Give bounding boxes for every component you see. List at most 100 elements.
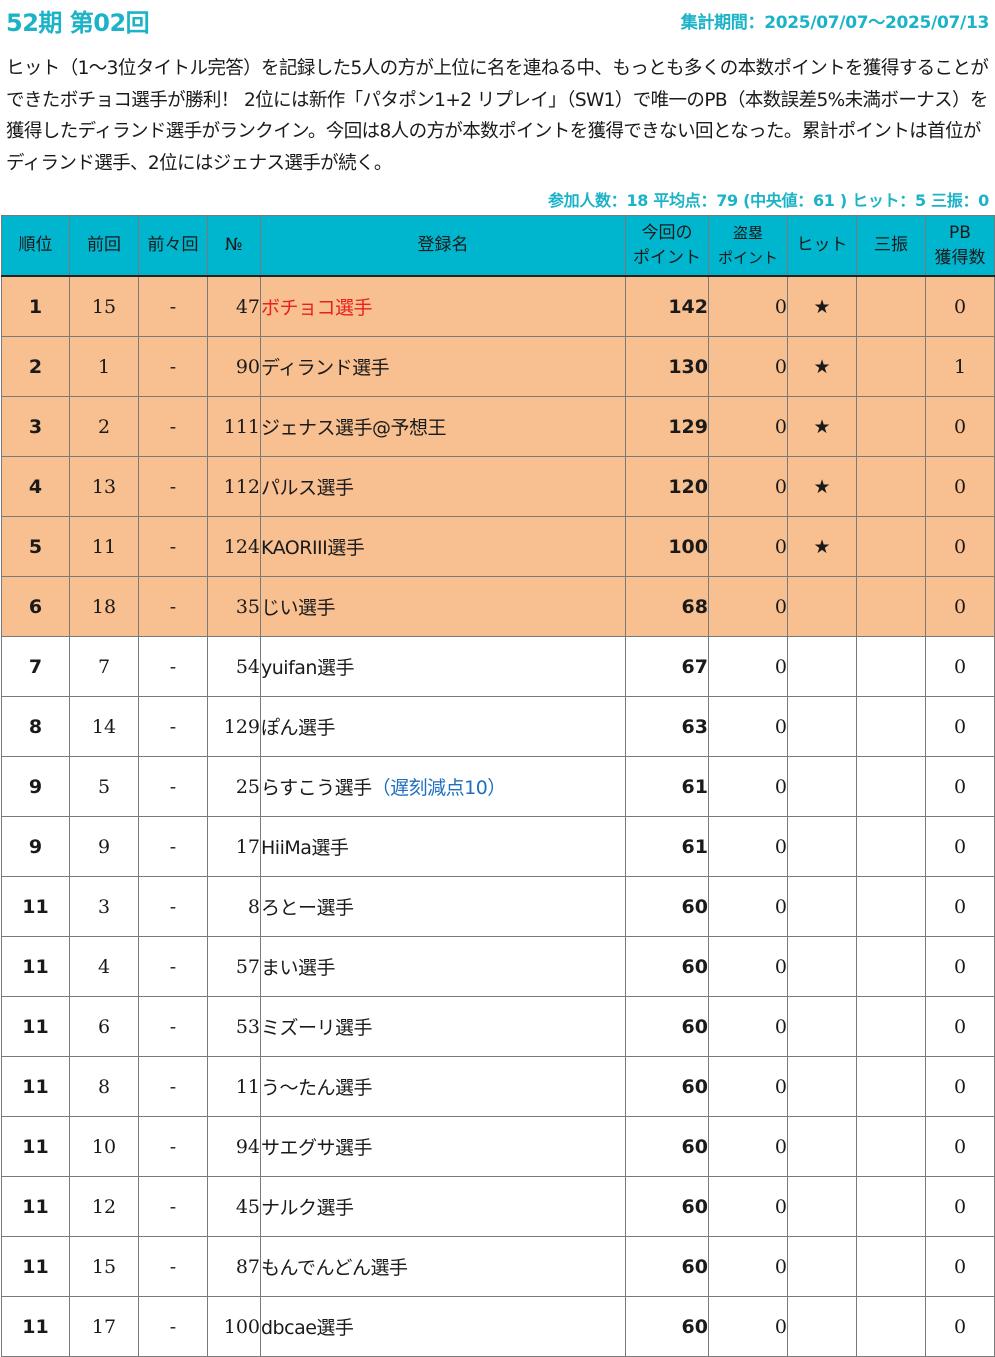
- table-row: 11 8-11 う〜たん選手 60 0 0: [1, 1056, 995, 1117]
- steal-points-cell: 0: [708, 936, 788, 997]
- player-name: ボチョコ選手: [261, 297, 373, 319]
- rank-cell: 8: [1, 696, 70, 757]
- steal-points-cell: 0: [708, 996, 788, 1057]
- player-name: パルス選手: [261, 477, 355, 499]
- prev-rank-cell: 13: [69, 456, 139, 517]
- prev2-rank-cell: -: [138, 696, 208, 757]
- hit-cell: [787, 756, 857, 817]
- steal-points-cell: 0: [708, 516, 788, 577]
- page-header: 52期 第02回 集計期間：2025/07/07〜2025/07/13: [0, 0, 995, 38]
- table-row: 11 17-100 dbcae選手 60 0 0: [1, 1296, 995, 1357]
- points-cell: 61: [625, 816, 709, 877]
- strikeout-cell: [856, 816, 926, 877]
- strikeout-cell: [856, 456, 926, 517]
- pb-count-cell: 0: [925, 456, 995, 517]
- column-header-points: 今回の ポイント: [625, 215, 709, 277]
- hit-cell: [787, 876, 857, 937]
- entry-number-cell: 35: [207, 576, 261, 637]
- column-header-pb-line1: PB: [949, 222, 971, 243]
- table-row: 11 4-57 まい選手 60 0 0: [1, 936, 995, 997]
- prev2-rank-cell: -: [138, 275, 208, 337]
- player-name-cell: yuifan選手: [260, 636, 626, 697]
- points-cell: 60: [625, 1236, 709, 1297]
- strikeout-cell: [856, 1176, 926, 1237]
- star-icon: ★: [813, 475, 831, 498]
- pb-count-cell: 0: [925, 876, 995, 937]
- pb-count-cell: 0: [925, 576, 995, 637]
- player-name-cell: まい選手: [260, 936, 626, 997]
- steal-points-cell: 0: [708, 275, 788, 337]
- table-row: 8 14-129 ぽん選手 63 0 0: [1, 696, 995, 757]
- pb-count-cell: 0: [925, 1236, 995, 1297]
- prev2-rank-cell: -: [138, 396, 208, 457]
- table-row: 5 11-124 KAORIII選手 100 0 ★ 0: [1, 516, 995, 577]
- points-cell: 67: [625, 636, 709, 697]
- aggregation-period: 集計期間：2025/07/07〜2025/07/13: [680, 13, 990, 33]
- prev-rank-cell: 15: [69, 275, 139, 337]
- points-cell: 60: [625, 1296, 709, 1357]
- points-cell: 120: [625, 456, 709, 517]
- hit-cell: [787, 936, 857, 997]
- rank-cell: 7: [1, 636, 70, 697]
- player-name: ぽん選手: [261, 717, 336, 739]
- pb-count-cell: 0: [925, 1116, 995, 1177]
- points-cell: 60: [625, 1176, 709, 1237]
- player-name-cell: じい選手: [260, 576, 626, 637]
- steal-points-cell: 0: [708, 1296, 788, 1357]
- points-cell: 60: [625, 1116, 709, 1177]
- pb-count-cell: 0: [925, 1296, 995, 1357]
- player-name-cell: ディランド選手: [260, 336, 626, 397]
- hit-cell: [787, 1176, 857, 1237]
- prev-rank-cell: 15: [69, 1236, 139, 1297]
- table-row: 11 3-8 ろとー選手 60 0 0: [1, 876, 995, 937]
- table-row: 6 18-35 じい選手 68 0 0: [1, 576, 995, 637]
- prev2-rank-cell: -: [138, 756, 208, 817]
- column-header-steal-line2: ポイント: [717, 248, 778, 267]
- column-header-rank: 順位: [1, 215, 70, 277]
- points-cell: 60: [625, 1056, 709, 1117]
- column-header-points-line1: 今回の: [641, 222, 693, 243]
- hit-cell: [787, 996, 857, 1057]
- player-name: まい選手: [261, 957, 336, 979]
- table-row: 4 13-112 パルス選手 120 0 ★ 0: [1, 456, 995, 517]
- player-name-cell: ぽん選手: [260, 696, 626, 757]
- column-header-no: №: [207, 215, 261, 277]
- player-name-cell: サエグサ選手: [260, 1116, 626, 1177]
- strikeout-cell: [856, 516, 926, 577]
- prev-rank-cell: 1: [69, 336, 139, 397]
- prev2-rank-cell: -: [138, 816, 208, 877]
- pb-count-cell: 0: [925, 396, 995, 457]
- points-cell: 129: [625, 396, 709, 457]
- table-row: 11 15-87 もんでんどん選手 60 0 0: [1, 1236, 995, 1297]
- hit-cell: [787, 1236, 857, 1297]
- column-header-prev: 前回: [69, 215, 139, 277]
- prev-rank-cell: 14: [69, 696, 139, 757]
- player-name-cell: ナルク選手: [260, 1176, 626, 1237]
- entry-number-cell: 87: [207, 1236, 261, 1297]
- column-header-strikeout: 三振: [856, 215, 926, 277]
- rank-cell: 9: [1, 756, 70, 817]
- pb-count-cell: 0: [925, 756, 995, 817]
- player-name: サエグサ選手: [261, 1137, 373, 1159]
- hit-cell: [787, 816, 857, 877]
- player-name: HiiMa選手: [261, 837, 349, 859]
- steal-points-cell: 0: [708, 696, 788, 757]
- points-cell: 68: [625, 576, 709, 637]
- table-header-row: 順位 前回 前々回 № 登録名 今回の ポイント 盗塁 ポイント ヒット 三振 …: [1, 215, 995, 277]
- prev-rank-cell: 10: [69, 1116, 139, 1177]
- hit-cell: ★: [787, 336, 857, 397]
- hit-cell: [787, 636, 857, 697]
- star-icon: ★: [813, 355, 831, 378]
- prev-rank-cell: 5: [69, 756, 139, 817]
- points-cell: 63: [625, 696, 709, 757]
- steal-points-cell: 0: [708, 1056, 788, 1117]
- table-row: 11 6-53 ミズーリ選手 60 0 0: [1, 996, 995, 1057]
- column-header-prev2: 前々回: [138, 215, 208, 277]
- prev2-rank-cell: -: [138, 576, 208, 637]
- player-name: ジェナス選手@予想王: [261, 417, 447, 439]
- ranking-table: 順位 前回 前々回 № 登録名 今回の ポイント 盗塁 ポイント ヒット 三振 …: [1, 215, 995, 1357]
- entry-number-cell: 112: [207, 456, 261, 517]
- table-row: 9 9-17 HiiMa選手 61 0 0: [1, 816, 995, 877]
- column-header-hit: ヒット: [787, 215, 857, 277]
- strikeout-cell: [856, 756, 926, 817]
